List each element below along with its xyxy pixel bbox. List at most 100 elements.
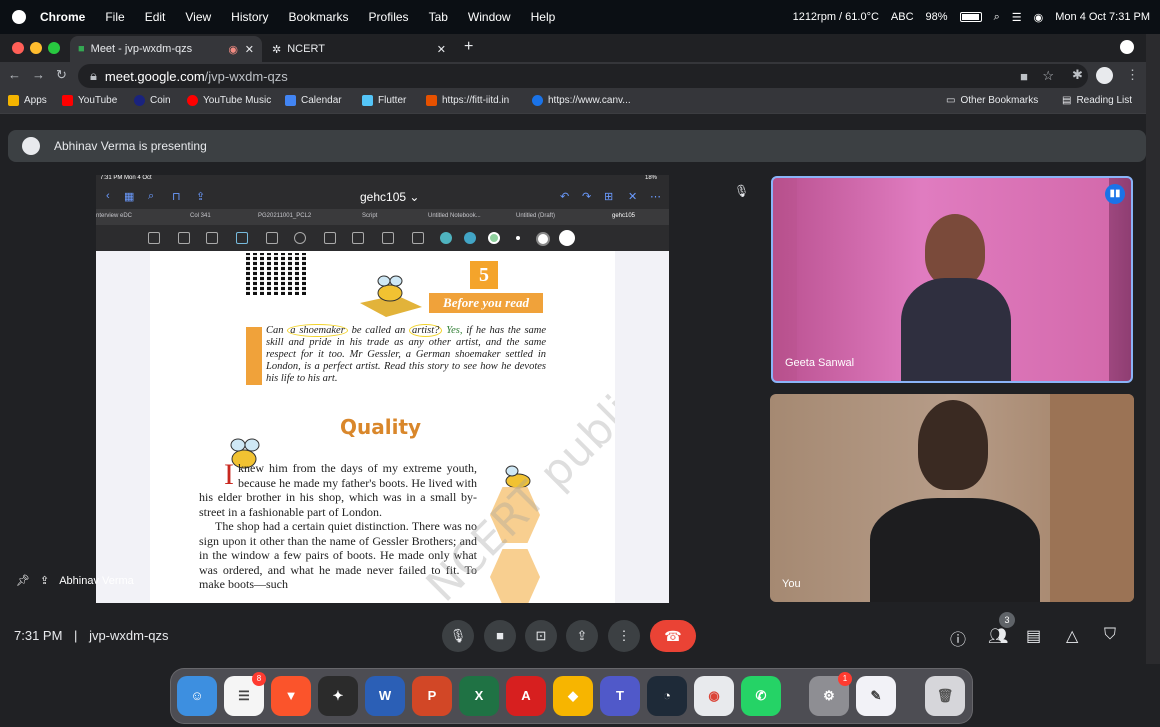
laser-tool-icon[interactable] xyxy=(412,232,424,244)
present-screen-icon[interactable]: ⇪ xyxy=(40,574,49,587)
powerpoint-icon[interactable]: P xyxy=(412,676,452,716)
chrome-icon[interactable]: ◉ xyxy=(694,676,734,716)
finder-icon[interactable]: ☺ xyxy=(177,676,217,716)
close-window-icon[interactable] xyxy=(12,42,24,54)
brave-icon[interactable]: ▼ xyxy=(271,676,311,716)
bookmark-fitt[interactable]: https://fitt-iitd.in xyxy=(426,95,509,106)
istat-icon[interactable]: ◔ xyxy=(647,676,687,716)
extensions-icon[interactable]: ✱ xyxy=(1072,67,1083,83)
whatsapp-icon[interactable]: ✆ xyxy=(741,676,781,716)
notes-tab[interactable]: Script xyxy=(362,213,377,219)
excel-icon[interactable]: X xyxy=(459,676,499,716)
teams-icon[interactable]: T xyxy=(600,676,640,716)
trash-icon[interactable]: 🗑︎ xyxy=(925,676,965,716)
tab-ncert[interactable]: ✲ NCERT ✕ xyxy=(264,36,454,62)
final-cut-icon[interactable]: ✦ xyxy=(318,676,358,716)
notes-tab[interactable]: Untitled Notebook... xyxy=(428,213,481,219)
back-icon[interactable]: ← xyxy=(8,67,21,82)
bookmark-flutter[interactable]: Flutter xyxy=(362,95,406,106)
menu-window[interactable]: Window xyxy=(468,10,511,24)
pin-icon[interactable]: 📌︎ xyxy=(16,574,30,587)
forward-icon[interactable]: → xyxy=(32,67,45,82)
bookmark-canva[interactable]: https://www.canv... xyxy=(532,95,631,106)
captions-button[interactable]: ⊡ xyxy=(525,620,557,652)
tab-close-icon[interactable]: ✕ xyxy=(245,43,254,56)
menu-help[interactable]: Help xyxy=(531,10,556,24)
sketch-icon[interactable]: ◆ xyxy=(553,676,593,716)
more-icon[interactable]: ⋯ xyxy=(650,190,661,203)
chrome-menu-icon[interactable]: ⋮ xyxy=(1126,67,1139,83)
doc-title[interactable]: gehc105 ⌄ xyxy=(360,190,419,204)
address-bar[interactable]: 🔒︎ meet.google.com /jvp-wxdm-qzs ■ ☆ xyxy=(78,64,1088,88)
camera-icon[interactable]: ■ xyxy=(1020,69,1028,84)
new-tab-icon[interactable]: + xyxy=(464,38,473,56)
clock[interactable]: Mon 4 Oct 7:31 PM xyxy=(1055,11,1150,23)
bookmark-icon[interactable]: ⊓ xyxy=(172,190,181,203)
reload-icon[interactable]: ↻ xyxy=(56,67,67,83)
textbook-page[interactable]: 5 Before you read Can a shoemaker be cal… xyxy=(150,251,615,603)
participant-tile-you[interactable]: You xyxy=(770,394,1134,602)
camera-button[interactable]: ■ xyxy=(484,620,516,652)
meeting-details-icon[interactable]: ⓘ xyxy=(950,626,966,650)
tab-meet[interactable]: ■ Meet - jvp-wxdm-qzs ◉ ✕ xyxy=(70,36,262,62)
people-icon[interactable]: 👥︎ xyxy=(988,626,1008,646)
profile-avatar[interactable] xyxy=(1096,67,1113,84)
notes-tab[interactable]: nterview eDC xyxy=(96,213,132,219)
bookmark-star-icon[interactable]: ☆ xyxy=(1042,68,1054,84)
sticker-tool-icon[interactable] xyxy=(324,232,336,244)
bookmark-youtube[interactable]: YouTube xyxy=(62,95,117,106)
menu-file[interactable]: File xyxy=(105,10,124,24)
search-icon[interactable]: ⌕ xyxy=(994,11,1000,24)
menu-view[interactable]: View xyxy=(185,10,211,24)
acrobat-icon[interactable]: A xyxy=(506,676,546,716)
share-icon[interactable]: ⇪ xyxy=(196,190,205,203)
battery-percent[interactable]: 98% xyxy=(926,11,948,23)
other-bookmarks[interactable]: ▭ Other Bookmarks xyxy=(946,95,1038,106)
control-center-icon[interactable]: ☰ xyxy=(1012,11,1022,24)
undo-icon[interactable]: ↶ xyxy=(560,190,569,203)
pen-tool-icon[interactable] xyxy=(178,232,190,244)
highlighter-tool-icon[interactable] xyxy=(236,232,248,244)
notes-tab-active[interactable]: gehc105 xyxy=(612,213,635,219)
menu-tab[interactable]: Tab xyxy=(429,10,448,24)
text-tool-icon[interactable] xyxy=(382,232,394,244)
menu-history[interactable]: History xyxy=(231,10,268,24)
menu-bookmarks[interactable]: Bookmarks xyxy=(289,10,349,24)
lasso-tool-icon[interactable] xyxy=(294,232,306,244)
bookmark-coin[interactable]: Coin xyxy=(134,95,171,106)
reading-list[interactable]: ▤ Reading List xyxy=(1062,95,1132,106)
thickness-small[interactable] xyxy=(516,236,520,240)
fan-status[interactable]: 1212rpm / 61.0°C xyxy=(793,11,879,23)
bookmark-apps[interactable]: Apps xyxy=(8,95,47,106)
chat-icon[interactable]: ▤ xyxy=(1026,626,1041,646)
activities-icon[interactable]: △ xyxy=(1066,626,1078,646)
participant-tile-geeta[interactable]: ▮▮ Geeta Sanwal xyxy=(771,176,1133,383)
notes-tab[interactable]: PG20211001_PCL2 xyxy=(258,213,311,219)
menu-edit[interactable]: Edit xyxy=(145,10,166,24)
profile-dropdown-icon[interactable] xyxy=(1120,40,1134,54)
word-icon[interactable]: W xyxy=(365,676,405,716)
close-doc-icon[interactable]: ✕ xyxy=(628,190,637,203)
present-button[interactable]: ⇪ xyxy=(566,620,598,652)
more-options-button[interactable]: ⋮ xyxy=(608,620,640,652)
color-swatch[interactable] xyxy=(440,232,452,244)
back-chevron-icon[interactable]: ‹ xyxy=(106,190,110,202)
zoom-tool-icon[interactable] xyxy=(148,232,160,244)
battery-icon[interactable] xyxy=(959,12,982,22)
thickness-medium[interactable] xyxy=(536,232,550,246)
end-call-button[interactable]: ☎︎ xyxy=(650,620,696,652)
notes-tab[interactable]: Col 341 xyxy=(190,213,211,219)
notes-tab[interactable]: Untitled (Draft) xyxy=(516,213,555,219)
color-swatch[interactable] xyxy=(464,232,476,244)
siri-icon[interactable]: ◉ xyxy=(1034,11,1044,24)
minimize-window-icon[interactable] xyxy=(30,42,42,54)
apple-icon[interactable] xyxy=(12,10,26,24)
shape-tool-icon[interactable] xyxy=(266,232,278,244)
image-tool-icon[interactable] xyxy=(352,232,364,244)
redo-icon[interactable]: ↷ xyxy=(582,190,591,203)
mic-button[interactable]: 🎙︎ xyxy=(442,620,474,652)
menu-profiles[interactable]: Profiles xyxy=(369,10,409,24)
mic-muted-icon[interactable]: 🎙︎ xyxy=(734,184,749,198)
color-swatch-selected[interactable] xyxy=(488,232,500,244)
thickness-large[interactable] xyxy=(559,230,575,246)
